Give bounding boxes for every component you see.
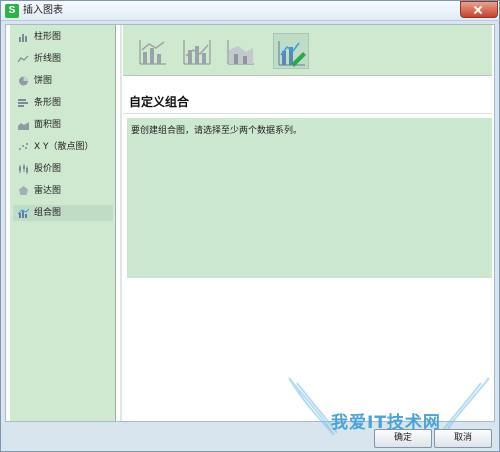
column-chart-icon <box>19 34 27 42</box>
chart-subtype-panel: 自定义组合 要创建组合图，请选择至少两个数据系列。 <box>123 25 492 421</box>
sidebar-item-line[interactable]: 折线图 <box>13 51 113 67</box>
subtype-thumb-1[interactable] <box>135 33 171 69</box>
insert-chart-dialog: S 插入图表 柱形图 折线图 饼图 条形图 面积图 X Y（散点图） 股价图 雷… <box>0 0 500 452</box>
combo-chart-icon <box>18 208 29 218</box>
cancel-button[interactable]: 取消 <box>434 429 492 448</box>
panel-divider <box>120 25 122 421</box>
line-chart-icon <box>18 55 29 63</box>
dialog-body: 柱形图 折线图 饼图 条形图 面积图 X Y（散点图） 股价图 雷达图 组合图 … <box>5 24 495 422</box>
dialog-title: 插入图表 <box>23 5 63 16</box>
sidebar-item-label: 条形图 <box>34 98 62 108</box>
sidebar-item-label: 组合图 <box>34 208 62 218</box>
sidebar-item-label: 柱形图 <box>34 32 62 42</box>
subtype-gallery <box>123 25 492 76</box>
combo-custom-icon <box>278 41 306 67</box>
section-divider <box>123 113 492 114</box>
app-logo-icon: S <box>5 4 19 18</box>
ok-button[interactable]: 确定 <box>374 429 432 448</box>
bar-chart-icon <box>18 99 28 107</box>
title-bar: S 插入图表 <box>1 1 499 21</box>
sidebar-item-area[interactable]: 面积图 <box>13 117 113 133</box>
radar-chart-icon <box>19 186 28 195</box>
sidebar-item-pie[interactable]: 饼图 <box>13 73 113 89</box>
combo-column-line-secondary-axis-icon <box>183 40 211 65</box>
sidebar-item-label: 雷达图 <box>34 186 62 196</box>
sidebar-item-combo[interactable]: 组合图 <box>13 205 113 221</box>
area-chart-icon <box>18 122 29 130</box>
sidebar-item-label: 面积图 <box>34 120 62 130</box>
sidebar-item-label: 股价图 <box>34 164 62 174</box>
subtype-thumb-4[interactable] <box>273 33 309 69</box>
description-box: 要创建组合图，请选择至少两个数据系列。 <box>127 118 492 278</box>
section-title: 自定义组合 <box>129 95 190 109</box>
subtype-thumb-2[interactable] <box>179 33 215 69</box>
close-button[interactable] <box>460 1 498 18</box>
sidebar-item-label: X Y（散点图） <box>34 142 94 152</box>
sidebar-item-scatter[interactable]: X Y（散点图） <box>13 139 113 155</box>
subtype-thumb-3[interactable] <box>223 33 259 69</box>
sidebar-item-bar[interactable]: 条形图 <box>13 95 113 111</box>
combo-stacked-area-column-icon <box>227 40 254 65</box>
sidebar-item-label: 饼图 <box>34 76 53 86</box>
scatter-chart-icon <box>19 143 28 150</box>
chart-type-list: 柱形图 折线图 饼图 条形图 面积图 X Y（散点图） 股价图 雷达图 组合图 <box>10 25 116 421</box>
sidebar-item-column[interactable]: 柱形图 <box>13 29 113 45</box>
pie-chart-icon <box>19 76 28 86</box>
combo-clustered-column-line-icon <box>139 40 166 65</box>
sidebar-item-stock[interactable]: 股价图 <box>13 161 113 177</box>
sidebar-item-radar[interactable]: 雷达图 <box>13 183 113 199</box>
sidebar-item-label: 折线图 <box>34 54 62 64</box>
stock-chart-icon <box>19 164 28 174</box>
description-text: 要创建组合图，请选择至少两个数据系列。 <box>131 126 303 136</box>
